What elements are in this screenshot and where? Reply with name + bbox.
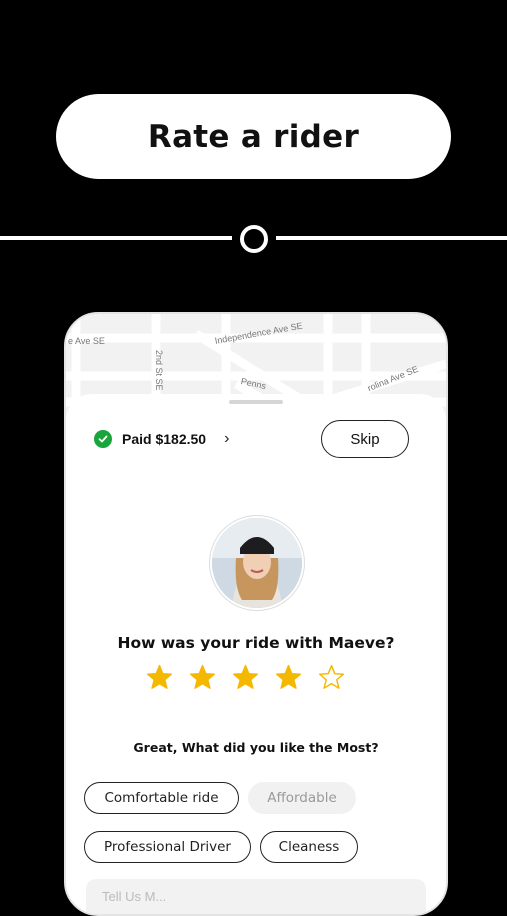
- rider-question: How was your ride with Maeve?: [117, 634, 395, 652]
- star-filled-icon[interactable]: [232, 664, 259, 691]
- title-banner: Rate a rider: [56, 94, 451, 179]
- phone-frame: e Ave SE Independence Ave SE 2nd St SE P…: [64, 312, 448, 916]
- feedback-input-placeholder: Tell Us M...: [102, 889, 167, 904]
- star-filled-icon[interactable]: [189, 664, 216, 691]
- chip-affordable[interactable]: Affordable: [248, 782, 356, 814]
- paid-amount: Paid $182.50: [122, 431, 207, 447]
- rating-sheet: Paid $182.50 › Skip How was your ride wi…: [66, 394, 446, 914]
- star-filled-icon[interactable]: [146, 664, 173, 691]
- star-filled-icon[interactable]: [275, 664, 302, 691]
- chip-comfortable-ride[interactable]: Comfortable ride: [84, 782, 239, 814]
- page-title: Rate a rider: [147, 118, 360, 155]
- street-label: e Ave SE: [68, 336, 105, 346]
- feedback-input[interactable]: Tell Us M...: [86, 879, 426, 914]
- chip-professional-driver[interactable]: Professional Driver: [84, 831, 251, 863]
- star-empty-icon[interactable]: [318, 664, 345, 691]
- chip-cleaness[interactable]: Cleaness: [260, 831, 358, 863]
- skip-button[interactable]: Skip: [321, 420, 409, 458]
- star-rating[interactable]: [146, 664, 345, 691]
- divider-right: [276, 236, 507, 240]
- avatar: [210, 516, 304, 610]
- timeline-node-icon: [240, 225, 268, 253]
- drag-handle[interactable]: [229, 400, 283, 404]
- payment-summary[interactable]: Paid $182.50 ›: [94, 430, 229, 448]
- chevron-right-icon: ›: [224, 430, 230, 447]
- check-circle-icon: [94, 430, 112, 448]
- street-label: 2nd St SE: [154, 350, 164, 391]
- divider-left: [0, 236, 232, 240]
- feedback-question: Great, What did you like the Most?: [133, 740, 379, 755]
